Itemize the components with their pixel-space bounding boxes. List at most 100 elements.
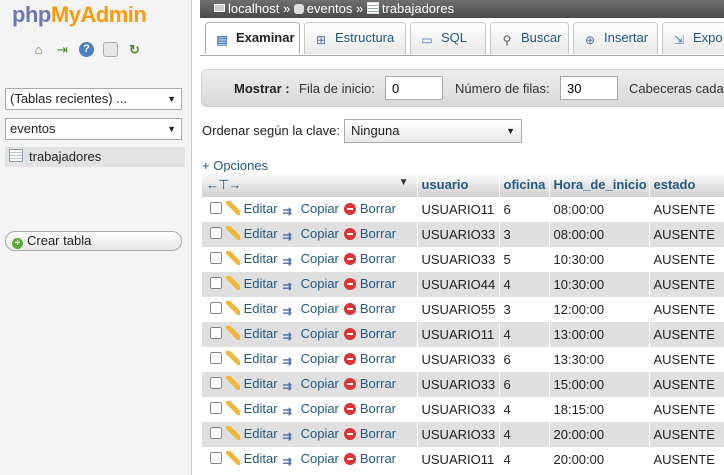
cell-hora-de-inicio[interactable]: 08:00:00 [549,222,650,247]
cell-hora-de-inicio[interactable]: 20:00:00 [549,447,650,472]
logout-icon[interactable]: ⇥ [55,42,70,57]
delete-button[interactable]: Borrar [343,451,396,466]
cell-estado[interactable]: AUSENTE [649,397,724,422]
chevron-down-icon[interactable]: ▼ [399,177,409,188]
copy-button[interactable]: ⇉ Copiar [283,276,339,293]
edit-button[interactable]: Editar [225,425,278,441]
docs-icon[interactable] [103,42,118,57]
row-checkbox[interactable] [210,276,222,289]
cell-oficina[interactable]: 6 [499,197,550,222]
header-hora-de-inicio[interactable]: Hora_de_inicio [549,172,650,197]
edit-button[interactable]: Editar [225,400,278,416]
row-checkbox[interactable] [210,426,222,439]
edit-button[interactable]: Editar [225,200,278,216]
cell-usuario[interactable]: USUARIO33 [417,222,500,247]
delete-button[interactable]: Borrar [343,251,396,266]
tab-export[interactable]: ⇲ Expo [662,22,724,54]
recent-tables-select[interactable]: (Tablas recientes) ... ▼ [5,88,182,110]
delete-button[interactable]: Borrar [343,326,396,341]
row-checkbox[interactable] [210,326,222,339]
cell-oficina[interactable]: 4 [499,422,550,447]
cell-hora-de-inicio[interactable]: 18:15:00 [549,397,650,422]
tree-item-trabajadores[interactable]: trabajadores [5,147,185,167]
options-link[interactable]: + Opciones [202,158,268,173]
copy-button[interactable]: ⇉ Copiar [283,401,339,418]
edit-button[interactable]: Editar [225,375,278,391]
copy-button[interactable]: ⇉ Copiar [283,251,339,268]
edit-button[interactable]: Editar [225,450,278,466]
edit-button[interactable]: Editar [225,225,278,241]
breadcrumb-database[interactable]: eventos [307,1,353,16]
start-row-input[interactable] [385,76,443,100]
copy-button[interactable]: ⇉ Copiar [283,201,339,218]
row-checkbox[interactable] [210,301,222,314]
edit-button[interactable]: Editar [225,300,278,316]
cell-usuario[interactable]: USUARIO11 [417,322,500,347]
edit-button[interactable]: Editar [225,250,278,266]
cell-estado[interactable]: AUSENTE [649,197,724,222]
cell-estado[interactable]: AUSENTE [649,372,724,397]
cell-hora-de-inicio[interactable]: 15:00:00 [549,372,650,397]
cell-hora-de-inicio[interactable]: 13:00:00 [549,322,650,347]
cell-estado[interactable]: AUSENTE [649,422,724,447]
cell-estado[interactable]: AUSENTE [649,347,724,372]
phpmyadmin-logo[interactable]: phpMyAdmin [12,2,147,28]
sort-key-select[interactable]: Ninguna ▼ [344,119,522,143]
cell-oficina[interactable]: 4 [499,322,550,347]
column-toggle-icon[interactable]: ←⊤→ [206,177,241,192]
cell-hora-de-inicio[interactable]: 20:00:00 [549,422,650,447]
copy-button[interactable]: ⇉ Copiar [283,376,339,393]
row-checkbox[interactable] [210,376,222,389]
cell-usuario[interactable]: USUARIO11 [417,447,500,472]
cell-usuario[interactable]: USUARIO33 [417,397,500,422]
cell-oficina[interactable]: 6 [499,347,550,372]
copy-button[interactable]: ⇉ Copiar [283,351,339,368]
tab-sql[interactable]: ▭ SQL [410,22,486,54]
row-checkbox[interactable] [210,451,222,464]
num-rows-input[interactable] [560,76,618,100]
delete-button[interactable]: Borrar [343,426,396,441]
delete-button[interactable]: Borrar [343,226,396,241]
database-select[interactable]: eventos ▼ [5,118,182,140]
cell-oficina[interactable]: 4 [499,397,550,422]
breadcrumb-server[interactable]: localhost [228,1,279,16]
cell-oficina[interactable]: 3 [499,222,550,247]
cell-estado[interactable]: AUSENTE [649,447,724,472]
tab-structure[interactable]: ⊞ Estructura [304,22,406,54]
copy-button[interactable]: ⇉ Copiar [283,301,339,318]
copy-button[interactable]: ⇉ Copiar [283,226,339,243]
delete-button[interactable]: Borrar [343,376,396,391]
edit-button[interactable]: Editar [225,275,278,291]
delete-button[interactable]: Borrar [343,301,396,316]
delete-button[interactable]: Borrar [343,276,396,291]
cell-oficina[interactable]: 5 [499,247,550,272]
cell-oficina[interactable]: 4 [499,272,550,297]
copy-button[interactable]: ⇉ Copiar [283,451,339,468]
breadcrumb-table[interactable]: trabajadores [382,1,454,16]
cell-usuario[interactable]: USUARIO44 [417,272,500,297]
row-checkbox[interactable] [210,251,222,264]
cell-hora-de-inicio[interactable]: 08:00:00 [549,197,650,222]
tab-insert[interactable]: ⊕ Insertar [573,22,658,54]
copy-button[interactable]: ⇉ Copiar [283,326,339,343]
create-table-button[interactable]: + Crear tabla [5,231,182,251]
cell-usuario[interactable]: USUARIO33 [417,372,500,397]
delete-button[interactable]: Borrar [343,401,396,416]
cell-usuario[interactable]: USUARIO33 [417,247,500,272]
copy-button[interactable]: ⇉ Copiar [283,426,339,443]
cell-estado[interactable]: AUSENTE [649,322,724,347]
cell-estado[interactable]: AUSENTE [649,272,724,297]
edit-button[interactable]: Editar [225,350,278,366]
help-icon[interactable]: ? [79,42,94,57]
cell-usuario[interactable]: USUARIO11 [417,197,500,222]
row-checkbox[interactable] [210,401,222,414]
tab-search[interactable]: ⚲ Buscar [490,22,569,54]
delete-button[interactable]: Borrar [343,351,396,366]
cell-hora-de-inicio[interactable]: 13:30:00 [549,347,650,372]
header-usuario[interactable]: usuario [417,172,500,197]
row-checkbox[interactable] [210,201,222,214]
cell-hora-de-inicio[interactable]: 10:30:00 [549,247,650,272]
tab-browse[interactable]: ▤ Examinar [205,22,300,54]
cell-estado[interactable]: AUSENTE [649,222,724,247]
cell-oficina[interactable]: 6 [499,372,550,397]
